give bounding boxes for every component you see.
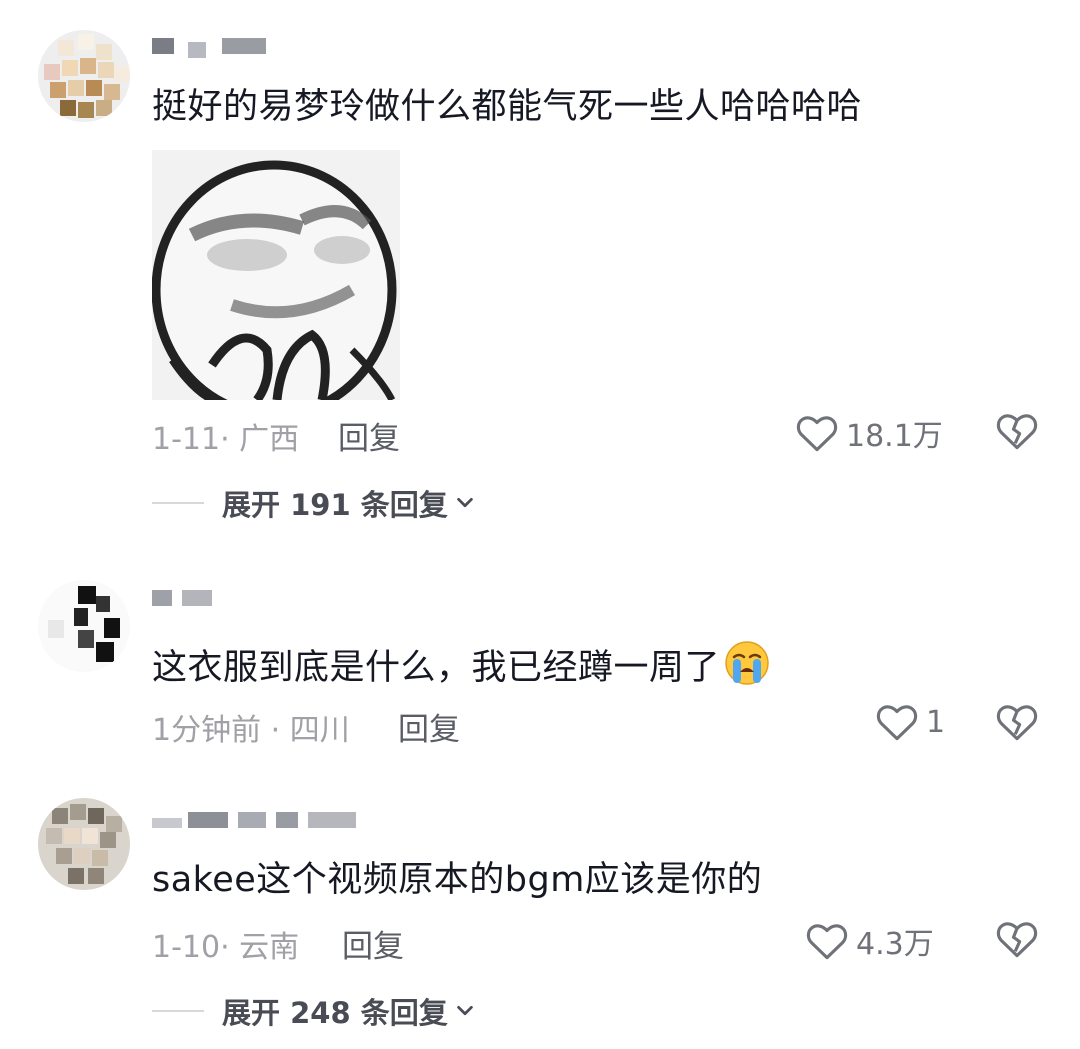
dislike-button[interactable] [996, 702, 1038, 742]
like-button[interactable]: 1 [876, 702, 945, 742]
dislike-button[interactable] [996, 919, 1038, 959]
chevron-down-icon [456, 497, 473, 508]
username[interactable] [152, 38, 282, 60]
username[interactable] [152, 812, 362, 834]
divider-line [152, 1010, 204, 1012]
loudly-crying-face-icon [724, 640, 770, 698]
dislike-button[interactable] [996, 411, 1038, 451]
comment-text: sakee这个视频原本的bgm应该是你的 [152, 860, 763, 900]
expand-replies-button[interactable]: 展开 191 条回复 [152, 482, 476, 524]
meme-sticker-image[interactable] [152, 150, 400, 400]
reply-button[interactable]: 回复 [338, 413, 400, 458]
comment-text-content: 这衣服到底是什么，我已经蹲一周了 [152, 648, 721, 688]
broken-heart-icon [996, 922, 1038, 958]
heart-outline-icon [876, 705, 918, 741]
expand-replies-button[interactable]: 展开 248 条回复 [152, 990, 476, 1032]
like-count: 1 [926, 704, 946, 740]
reply-button[interactable]: 回复 [398, 704, 460, 749]
chevron-down-icon [456, 1005, 473, 1016]
heart-outline-icon [796, 416, 838, 452]
divider-line [152, 502, 204, 504]
comment-meta: 1分钟前 · 四川 [152, 713, 350, 748]
heart-outline-icon [806, 924, 848, 960]
comment-text: 挺好的易梦玲做什么都能气死一些人哈哈哈哈 [152, 87, 863, 127]
comment-text: 这衣服到底是什么，我已经蹲一周了 [152, 640, 770, 698]
comment-meta: 1-11· 广西 [152, 422, 300, 457]
expand-replies-label: 展开 248 条回复 [222, 996, 448, 1030]
broken-heart-icon [996, 705, 1038, 741]
username[interactable] [152, 590, 282, 612]
expand-replies-label: 展开 191 条回复 [222, 488, 448, 522]
like-button[interactable]: 18.1万 [796, 411, 943, 455]
reply-button[interactable]: 回复 [342, 921, 404, 966]
like-count: 18.1万 [846, 419, 943, 454]
meme-face-icon [152, 150, 400, 400]
avatar[interactable] [38, 580, 130, 672]
like-count: 4.3万 [856, 927, 934, 962]
avatar[interactable] [38, 798, 130, 890]
avatar[interactable] [38, 30, 130, 122]
like-button[interactable]: 4.3万 [806, 919, 934, 963]
comment-meta: 1-10· 云南 [152, 930, 300, 965]
broken-heart-icon [996, 414, 1038, 450]
